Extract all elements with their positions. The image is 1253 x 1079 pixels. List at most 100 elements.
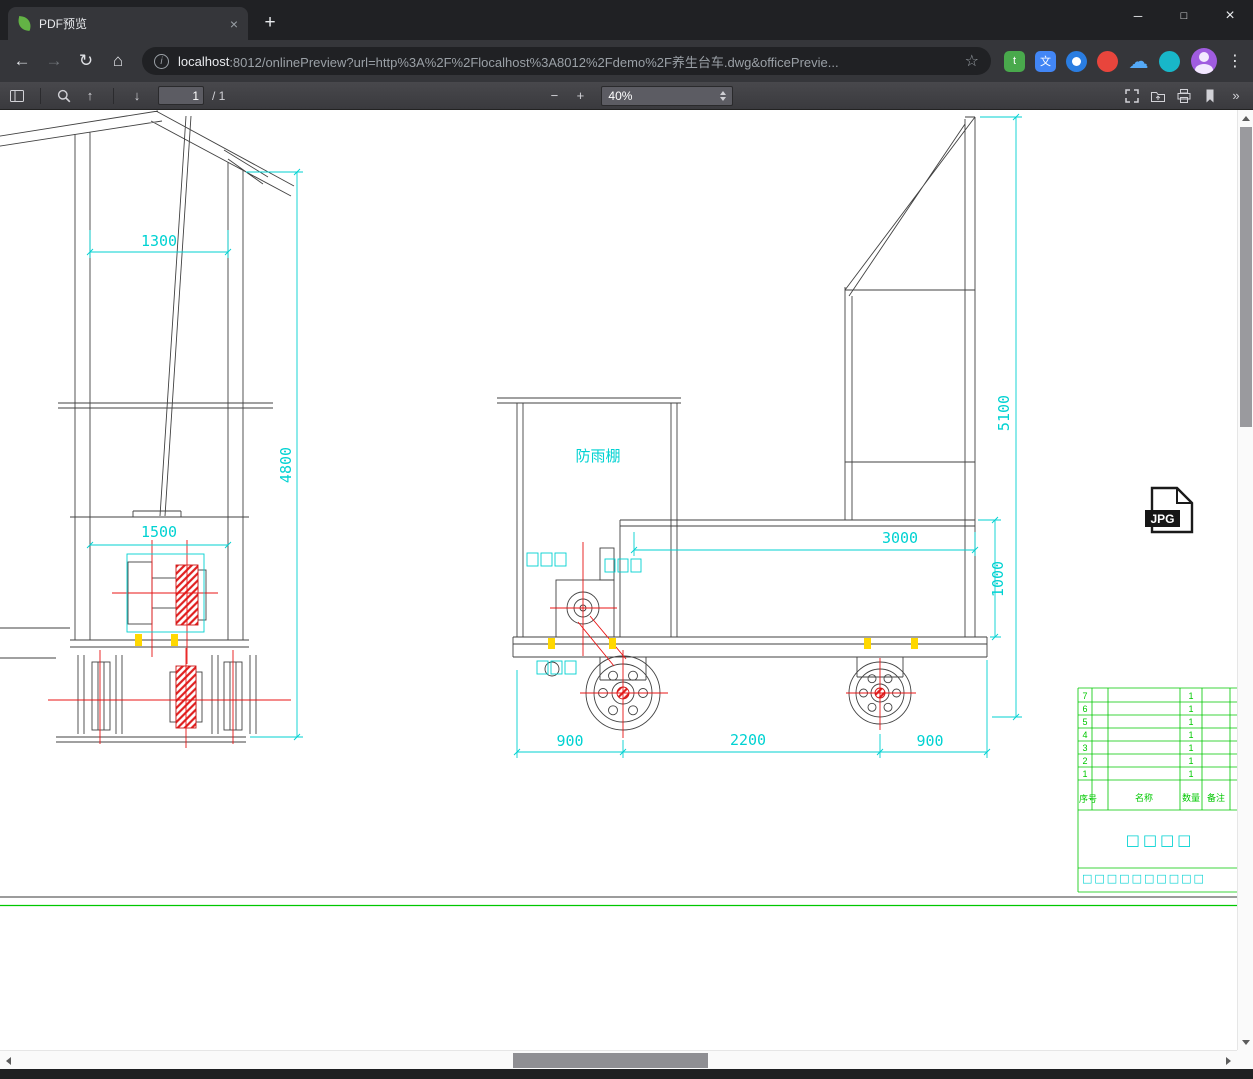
row-qty: 1 xyxy=(1188,769,1193,779)
extension-icon-1[interactable]: t xyxy=(1004,50,1025,72)
open-file-button[interactable] xyxy=(1145,85,1171,107)
sidebar-icon xyxy=(10,89,24,102)
home-button[interactable]: ⌂ xyxy=(104,47,132,75)
row-no: 4 xyxy=(1082,730,1087,740)
row-no: 5 xyxy=(1082,717,1087,727)
row-qty: 1 xyxy=(1188,704,1193,714)
title-block-footer: □□□□□□□□□□ xyxy=(1082,872,1206,885)
print-icon xyxy=(1177,88,1191,103)
pdf-toolbar: ↑ ↓ / 1 − + 40% » xyxy=(0,82,1253,110)
jpg-badge-label: JPG xyxy=(1150,512,1174,526)
title-block: 7 6 5 4 3 2 1 1 1 1 1 1 1 1 序号 名称 数量 备注 … xyxy=(1077,687,1237,893)
header-qty: 数量 xyxy=(1182,792,1200,803)
row-no: 6 xyxy=(1082,704,1087,714)
tab-strip: PDF预览 × + ─ □ × xyxy=(0,0,1253,40)
zoom-value: 40% xyxy=(608,88,633,103)
row-no: 1 xyxy=(1082,769,1087,779)
weld-mark xyxy=(171,634,178,646)
sidebar-toggle-button[interactable] xyxy=(4,85,30,107)
minimize-button[interactable]: ─ xyxy=(1115,0,1161,32)
weld-mark xyxy=(548,638,555,649)
scroll-left-arrow[interactable] xyxy=(0,1051,17,1070)
weld-mark xyxy=(911,638,918,649)
row-no: 2 xyxy=(1082,756,1087,766)
side-view xyxy=(497,116,988,681)
bookmark-icon xyxy=(1206,89,1214,102)
weld-mark xyxy=(864,638,871,649)
forward-button[interactable]: → xyxy=(40,47,68,75)
maximize-button[interactable]: □ xyxy=(1161,0,1207,32)
print-button[interactable] xyxy=(1171,85,1197,107)
row-no: 7 xyxy=(1082,691,1087,701)
open-file-icon xyxy=(1151,91,1165,102)
row-qty: 1 xyxy=(1188,717,1193,727)
row-qty: 1 xyxy=(1188,691,1193,701)
dim-2200: 2200 xyxy=(730,731,766,749)
scrollbar-corner xyxy=(1237,1050,1253,1069)
presentation-mode-button[interactable] xyxy=(1119,85,1145,107)
pdf-page-canvas[interactable]: 1300 4800 1500 防雨棚 3000 1000 5100 900 22… xyxy=(0,110,1237,1050)
row-qty: 1 xyxy=(1188,756,1193,766)
zoom-out-button[interactable]: − xyxy=(541,85,567,107)
zoom-in-button[interactable]: + xyxy=(567,85,593,107)
back-button[interactable]: ← xyxy=(8,47,36,75)
weld-mark xyxy=(135,634,142,646)
search-button[interactable] xyxy=(51,85,77,107)
scroll-down-arrow[interactable] xyxy=(1238,1034,1253,1050)
extension-icon-translate[interactable]: 文 xyxy=(1035,50,1056,72)
page-count-label: / 1 xyxy=(212,88,226,103)
profile-avatar[interactable] xyxy=(1191,48,1217,74)
bookmark-star-icon[interactable]: ☆ xyxy=(965,51,979,71)
previous-page-button[interactable]: ↑ xyxy=(77,85,103,107)
browser-menu-icon[interactable]: ⋮ xyxy=(1223,47,1247,75)
weld-mark xyxy=(609,638,616,649)
dim-5100: 5100 xyxy=(995,395,1013,431)
browser-toolbar: ← → ↻ ⌂ i localhost :8012/onlinePreview?… xyxy=(0,40,1253,82)
page-number-input[interactable] xyxy=(158,86,204,105)
zoom-select[interactable]: 40% xyxy=(601,85,734,106)
cad-drawing: 1300 4800 1500 防雨棚 3000 1000 5100 900 22… xyxy=(0,110,1237,907)
dim-900-right: 900 xyxy=(916,732,943,750)
extension-icon-4[interactable] xyxy=(1159,50,1180,72)
title-block-title: □□□□ xyxy=(1126,831,1195,849)
extension-icon-2[interactable] xyxy=(1066,50,1087,72)
extension-icon-cloud[interactable]: ☁ xyxy=(1128,51,1149,73)
dim-900-left: 900 xyxy=(556,732,583,750)
horizontal-scroll-thumb[interactable] xyxy=(513,1053,708,1068)
dim-1500: 1500 xyxy=(141,523,177,541)
side-view-dimensions xyxy=(513,113,1022,758)
page-info-icon[interactable]: i xyxy=(154,53,169,69)
scroll-up-arrow[interactable] xyxy=(1238,110,1253,126)
row-qty: 1 xyxy=(1188,730,1193,740)
extension-icon-3[interactable] xyxy=(1097,50,1118,72)
scroll-right-arrow[interactable] xyxy=(1220,1051,1237,1070)
browser-window: PDF预览 × + ─ □ × ← → ↻ ⌂ i localhost :801… xyxy=(0,0,1253,1079)
fullscreen-icon xyxy=(1125,88,1139,103)
address-bar[interactable]: i localhost :8012/onlinePreview?url=http… xyxy=(142,47,991,75)
row-no: 3 xyxy=(1082,743,1087,753)
dim-1300: 1300 xyxy=(141,232,177,250)
browser-tab[interactable]: PDF预览 × xyxy=(8,7,248,40)
zoom-spinner-icon xyxy=(720,90,727,101)
vertical-scroll-thumb[interactable] xyxy=(1240,127,1252,427)
label-canopy: 防雨棚 xyxy=(575,447,620,465)
horizontal-scrollbar[interactable] xyxy=(0,1050,1237,1069)
vertical-scrollbar[interactable] xyxy=(1237,110,1253,1050)
front-view xyxy=(0,110,295,743)
tab-title: PDF预览 xyxy=(39,17,88,31)
tab-close-icon[interactable]: × xyxy=(230,16,238,32)
dim-3000: 3000 xyxy=(882,529,918,547)
reload-button[interactable]: ↻ xyxy=(72,47,100,75)
row-qty: 1 xyxy=(1188,743,1193,753)
url-path: :8012/onlinePreview?url=http%3A%2F%2Floc… xyxy=(229,54,839,70)
close-button[interactable]: × xyxy=(1207,0,1253,32)
window-controls: ─ □ × xyxy=(1115,0,1253,32)
bookmark-button[interactable] xyxy=(1197,85,1223,107)
new-tab-button[interactable]: + xyxy=(256,10,284,38)
next-page-button[interactable]: ↓ xyxy=(124,85,150,107)
more-tools-button[interactable]: » xyxy=(1223,85,1249,107)
url-host: localhost xyxy=(178,53,230,69)
dim-4800: 4800 xyxy=(277,447,295,483)
header-no: 序号 xyxy=(1079,793,1097,804)
window-bottom-edge xyxy=(0,1069,1253,1079)
